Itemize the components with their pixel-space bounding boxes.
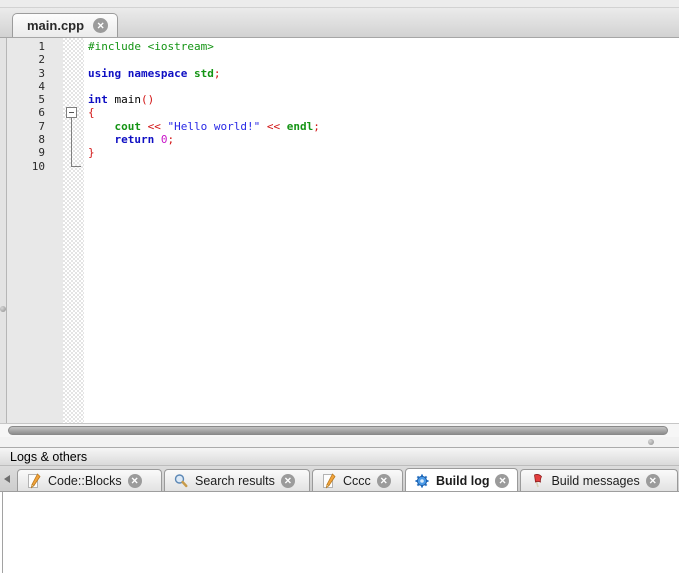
close-icon[interactable] [646,474,660,488]
scroll-tabs-left-icon[interactable] [4,475,10,483]
close-icon[interactable] [93,18,108,33]
close-icon[interactable] [281,474,295,488]
close-icon[interactable] [128,474,142,488]
editor-tab-label: main.cpp [27,18,84,33]
code-token: return [115,133,155,146]
code-token [260,120,267,133]
code-token [88,133,115,146]
line-number: 5 [7,93,63,106]
tab-build-messages[interactable]: Build messages [520,469,678,491]
line-number: 8 [7,133,63,146]
code-token [141,120,148,133]
horizontal-scrollbar[interactable] [0,423,679,437]
code-token [121,67,128,80]
code-token: cout [115,120,142,133]
splitter-grip-icon [0,306,6,312]
code-token: main [108,93,141,106]
code-token: std [194,67,214,80]
code-token [187,67,194,80]
tab-label: Cccc [343,474,371,488]
code-line: return 0; [88,133,679,146]
code-token: #include <iostream> [88,40,214,53]
note-icon [26,473,42,489]
tab-search-results[interactable]: Search results [164,469,310,491]
editor-tabbar: main.cpp [0,8,679,38]
logs-tabs: Code::Blocks Search results Cccc [17,468,679,491]
line-number: 10 [7,160,63,173]
code-line: using namespace std; [88,67,679,80]
gear-icon [414,473,430,489]
code-token: ; [313,120,320,133]
code-text-area[interactable]: #include <iostream> using namespace std;… [84,38,679,423]
code-token: endl [287,120,314,133]
line-number: 2 [7,53,63,66]
code-token: ; [168,133,175,146]
code-token: using [88,67,121,80]
code-token [161,120,168,133]
fold-guide-line [71,118,72,166]
tab-cccc[interactable]: Cccc [312,469,403,491]
code-token [88,120,115,133]
tab-label: Search results [195,474,275,488]
code-token: ; [214,67,221,80]
line-number: 6 [7,106,63,119]
code-token: } [88,146,95,159]
line-number: 9 [7,146,63,159]
search-icon [173,473,189,489]
note-icon [321,473,337,489]
fold-margin[interactable] [63,38,84,423]
line-number: 4 [7,80,63,93]
flag-icon [529,473,545,489]
logs-panel-title: Logs & others [10,450,87,464]
code-token [280,120,287,133]
line-number: 7 [7,120,63,133]
tab-label: Build log [436,474,489,488]
horizontal-scrollbar-thumb[interactable] [8,426,668,435]
line-number-gutter[interactable]: 1 2 3 4 5 6 7 8 9 10 [7,38,63,423]
logs-panel-caption: Logs & others [0,447,679,466]
logs-tabbar: Code::Blocks Search results Cccc [0,466,679,492]
code-token: << [148,120,161,133]
codeblocks-window: main.cpp 1 2 3 4 5 6 7 8 9 10 #include <… [0,0,679,573]
code-token: int [88,93,108,106]
splitter-grip-icon [648,439,654,445]
close-icon[interactable] [377,474,391,488]
top-strip [0,0,679,8]
code-line [88,80,679,93]
code-token: "Hello world!" [168,120,261,133]
close-icon[interactable] [495,474,509,488]
line-number: 3 [7,67,63,80]
code-token [154,133,161,146]
code-line: cout << "Hello world!" << endl; [88,120,679,133]
line-number: 1 [7,40,63,53]
code-line: #include <iostream> [88,40,679,53]
tab-label: Code::Blocks [48,474,122,488]
build-log-content[interactable] [2,492,679,573]
tab-codeblocks-log[interactable]: Code::Blocks [17,469,162,491]
fold-collapse-icon[interactable] [66,107,77,118]
code-line: int main() [88,93,679,106]
code-token: namespace [128,67,188,80]
code-token: () [141,93,154,106]
code-line: } [88,146,679,159]
horizontal-splitter[interactable] [0,437,679,447]
code-line [88,160,679,173]
code-token: << [267,120,280,133]
fold-guide-corner [71,166,81,167]
code-line [88,53,679,66]
editor-tab-main-cpp[interactable]: main.cpp [12,13,118,37]
code-token: 0 [161,133,168,146]
vertical-splitter[interactable] [0,38,7,437]
code-token: { [88,106,95,119]
code-line: { [88,106,679,119]
tab-label: Build messages [551,474,639,488]
tab-build-log[interactable]: Build log [405,468,518,492]
